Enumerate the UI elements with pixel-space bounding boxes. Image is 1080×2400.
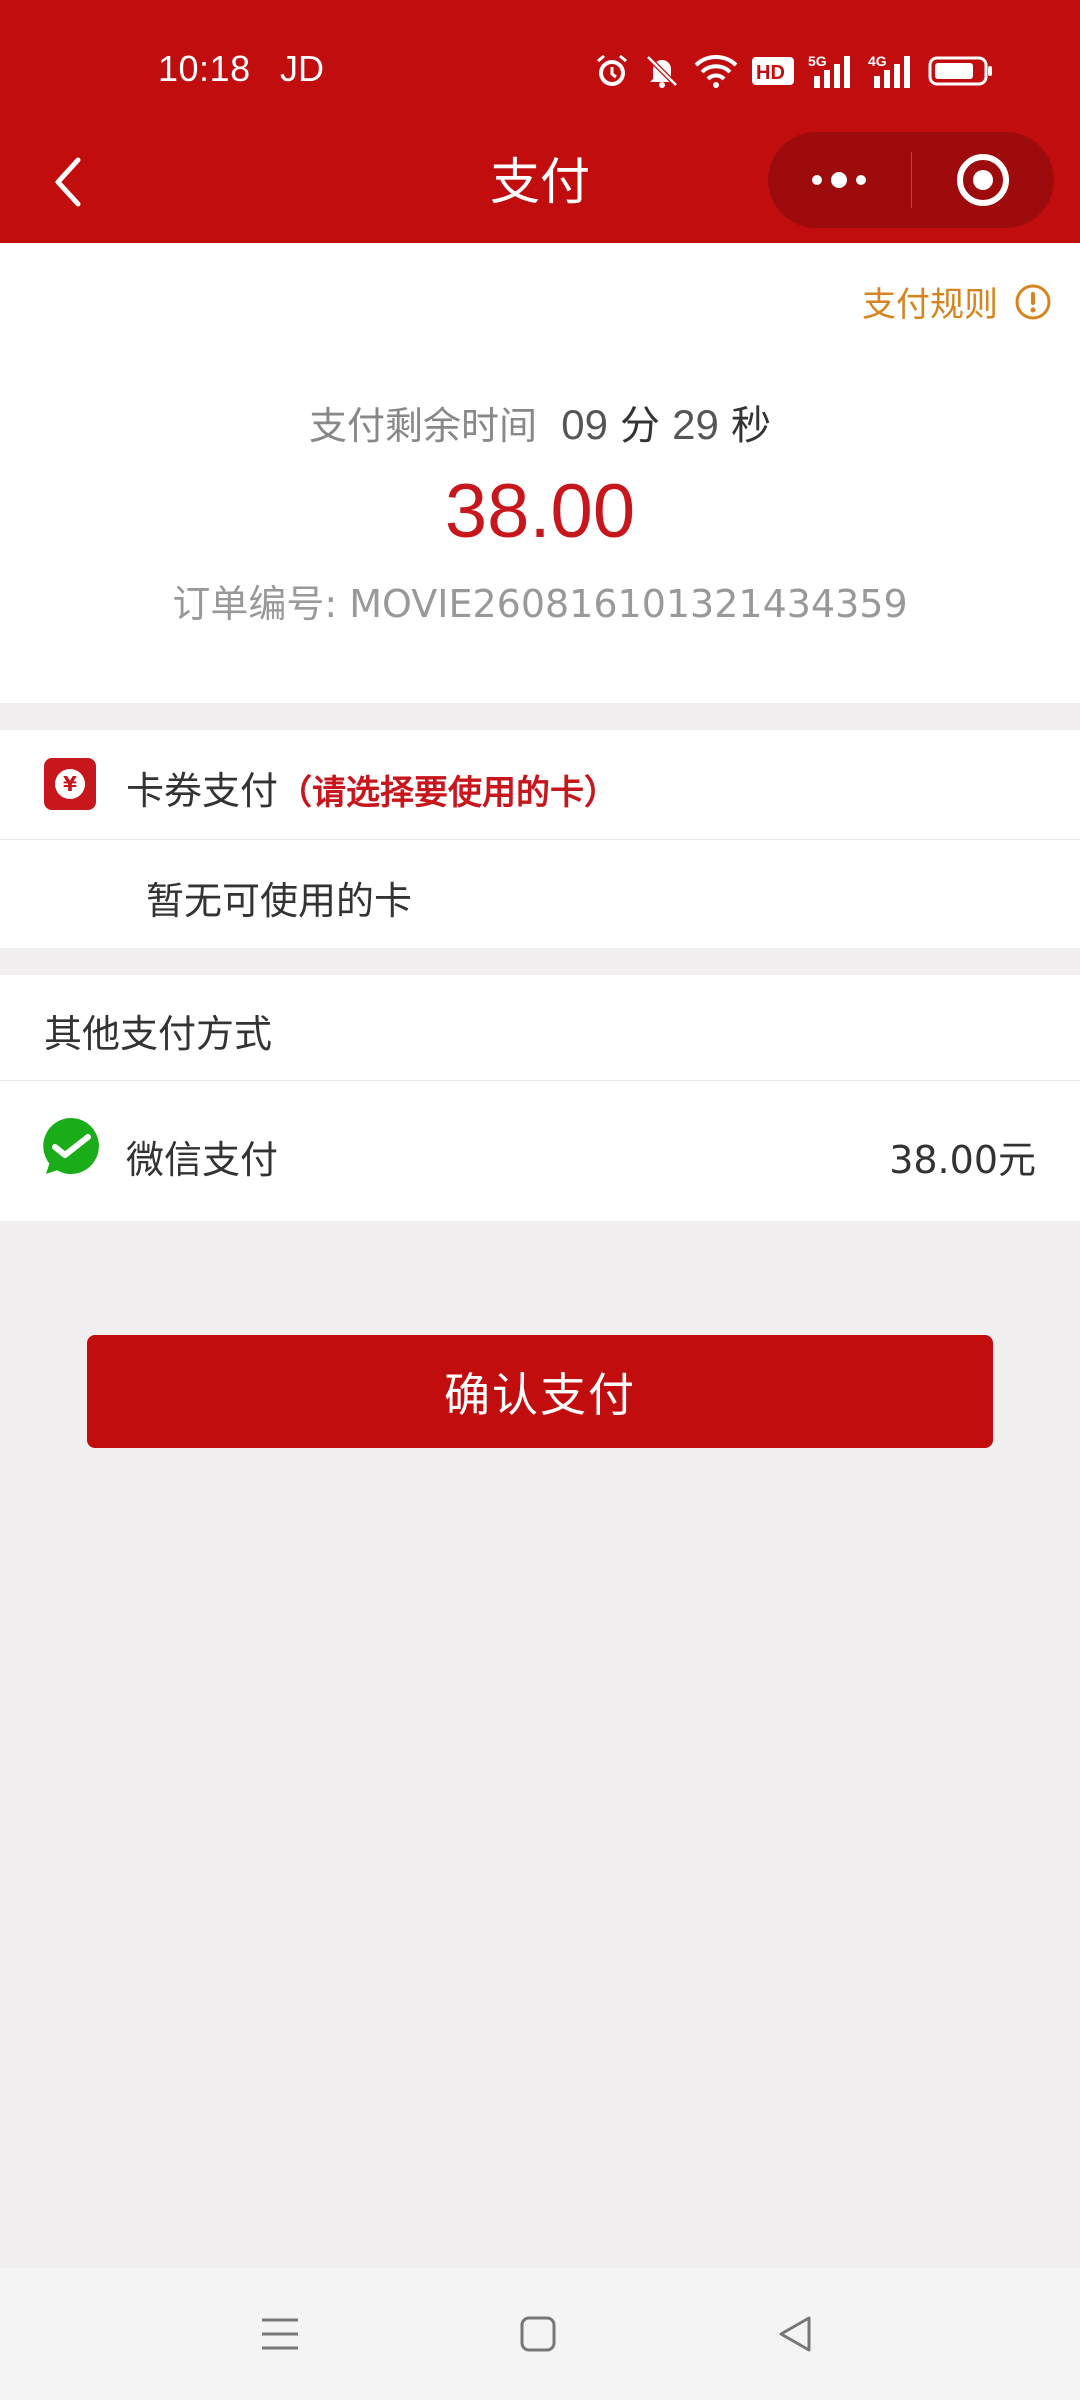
other-payment-section: 其他支付方式 微信支付 38.00元 <box>0 975 1080 1221</box>
svg-text:4G: 4G <box>868 53 887 69</box>
status-carrier: JD <box>280 48 324 89</box>
card-payment-row[interactable]: ¥ 卡券支付（请选择要使用的卡） <box>0 730 1080 840</box>
alarm-icon <box>597 54 627 86</box>
signal-5g-icon: 5G <box>808 53 850 88</box>
title-bar: 支付 <box>0 130 1080 243</box>
target-icon <box>956 154 1009 206</box>
confirm-payment-button[interactable]: 确认支付 <box>87 1335 993 1448</box>
payment-countdown: 支付剩余时间 09 分 29 秒 <box>0 393 1080 451</box>
close-button[interactable] <box>912 132 1055 228</box>
mini-program-capsule <box>768 132 1054 228</box>
card-payment-label: 卡券支付 <box>126 769 279 813</box>
svg-text:¥: ¥ <box>63 772 77 796</box>
no-card-message: 暂无可使用的卡 <box>146 879 413 923</box>
seconds-unit: 秒 <box>730 403 771 449</box>
card-payment-label-group: 卡券支付（请选择要使用的卡） <box>126 760 618 815</box>
wifi-icon <box>694 55 738 88</box>
nav-back-button[interactable] <box>765 2306 825 2362</box>
status-time: 10:18 <box>158 48 251 89</box>
card-payment-hint: （请选择要使用的卡） <box>278 773 619 813</box>
payment-rules-label: 支付规则 <box>862 285 998 325</box>
info-alert-icon <box>1015 284 1051 319</box>
more-button[interactable] <box>768 132 911 228</box>
payment-rules-link[interactable]: 支付规则 <box>862 277 1052 326</box>
system-nav-bar <box>0 2268 1080 2400</box>
voucher-icon: ¥ <box>44 758 96 810</box>
other-payment-title: 其他支付方式 <box>44 1012 273 1056</box>
nav-menu-button[interactable] <box>250 2306 310 2362</box>
countdown-label: 支付剩余时间 <box>309 404 538 448</box>
bell-off-icon <box>646 55 678 88</box>
status-bar: 10:18 JD HD 5G 4G <box>0 0 1080 130</box>
wechat-pay-icon <box>43 1118 99 1174</box>
payment-amount: 38.00 <box>444 469 636 554</box>
wechat-pay-option[interactable]: 微信支付 38.00元 <box>0 1081 1080 1221</box>
order-number: 订单编号: MOVIE260816101321434359 <box>172 582 908 626</box>
countdown-minutes: 09 <box>561 401 608 448</box>
svg-text:HD: HD <box>756 62 785 84</box>
header: 10:18 JD HD 5G 4G 支付 <box>0 0 1080 243</box>
status-icons: HD 5G 4G <box>594 50 994 92</box>
wechat-pay-amount: 38.00元 <box>889 1138 1036 1182</box>
wechat-pay-label: 微信支付 <box>126 1138 279 1182</box>
menu-icon <box>262 2318 298 2350</box>
nav-home-button[interactable] <box>508 2306 568 2362</box>
order-info: 支付规则 支付剩余时间 09 分 29 秒 38.00 订单编号: MOVIE2… <box>0 243 1080 703</box>
svg-text:5G: 5G <box>808 53 827 69</box>
hd-icon: HD <box>752 57 794 85</box>
card-payment-section: ¥ 卡券支付（请选择要使用的卡） 暂无可使用的卡 <box>0 730 1080 948</box>
home-square-icon <box>520 2316 556 2352</box>
minutes-unit: 分 <box>620 403 661 449</box>
battery-icon <box>928 56 992 86</box>
more-dots-icon <box>812 172 867 188</box>
signal-4g-icon: 4G <box>868 53 910 88</box>
countdown-seconds: 29 <box>672 401 719 448</box>
back-triangle-icon <box>779 2316 811 2352</box>
